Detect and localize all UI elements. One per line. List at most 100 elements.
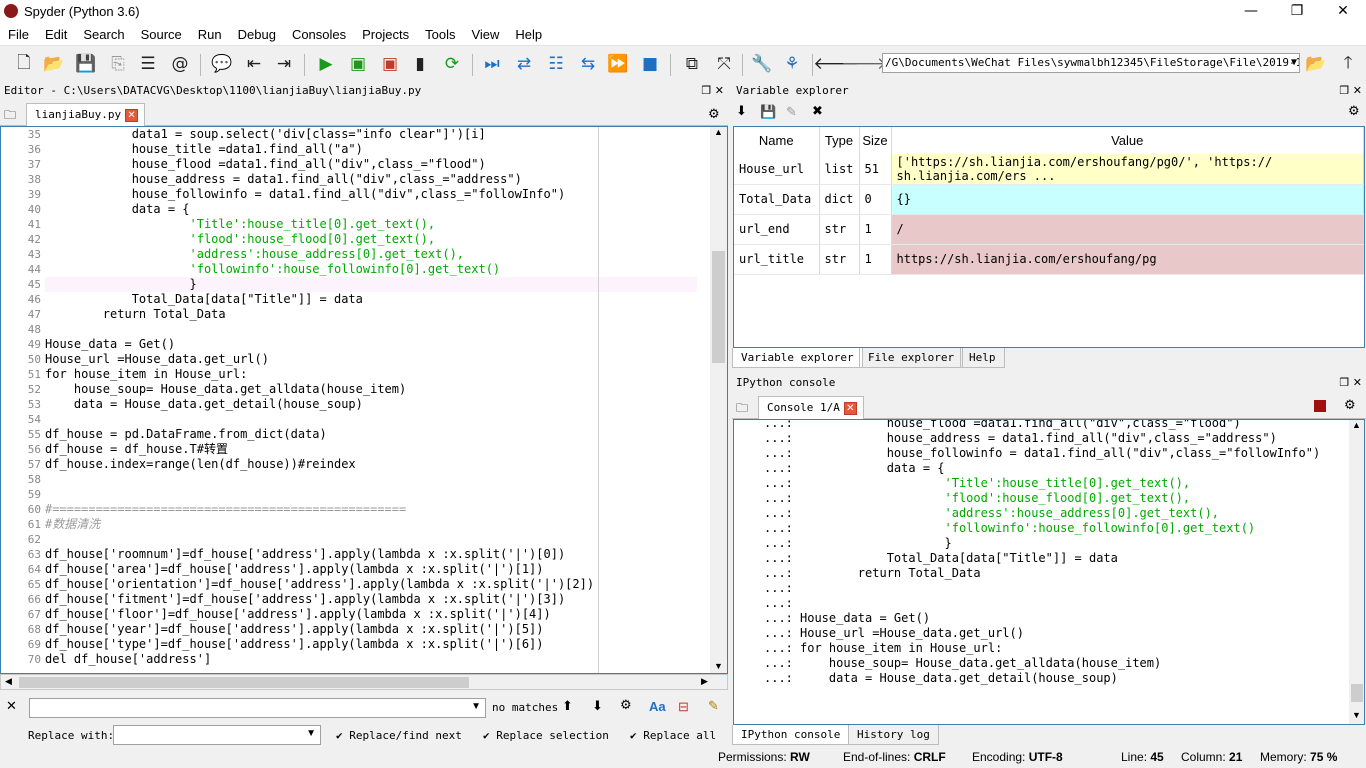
editor-file-tab[interactable]: lianjiaBuy.py ✕ [26,103,146,126]
tab-variable-explorer[interactable]: Variable explorer [732,348,863,368]
pane-close-icon[interactable]: ❐ ✕ [701,82,724,100]
browse-folder-icon[interactable]: 📂 [1304,52,1328,76]
variable-row[interactable]: Total_Data dict 0{} [734,184,1364,215]
scroll-up-icon[interactable]: ▲ [1352,420,1361,430]
scroll-up-icon[interactable]: ▲ [714,127,723,137]
whole-word-icon[interactable]: ⊟ [678,699,689,715]
menu-tools[interactable]: Tools [417,24,463,42]
maximize-pane-icon[interactable]: ⧉ [680,52,704,76]
variable-table[interactable]: Name Type Size Value House_url list 51 ['ht… [733,126,1365,348]
close-tab-icon[interactable]: ✕ [843,401,857,415]
remove-all-icon[interactable]: ✖ [812,104,823,119]
gear-icon[interactable]: ⚙ [708,107,720,122]
variable-row[interactable]: url_end str 1/ [734,214,1364,245]
find-previous-icon[interactable]: ⬆ [562,699,573,714]
pane-close-icon[interactable]: ❐ ✕ [1339,374,1362,392]
tab-ipython-console[interactable]: IPython console [732,725,850,745]
chevron-down-icon[interactable]: ▼ [471,701,481,712]
browse-tabs-folder-icon[interactable]: 🗀 [4,106,16,127]
parent-dir-icon[interactable]: 🡑 [1336,52,1360,76]
save-icon[interactable]: 💾 [74,52,98,76]
save-data-icon[interactable]: 💾 [760,104,776,120]
browse-tabs-folder-icon[interactable]: 🗀 [736,399,748,420]
run-cell-icon[interactable]: ▣ [346,52,370,76]
scrollbar-thumb[interactable] [19,677,469,688]
fullscreen-icon[interactable]: ⤧ [712,52,736,76]
menu-run[interactable]: Run [190,24,230,42]
scrollbar-thumb[interactable] [712,251,725,363]
find-input[interactable]: ▼ [29,698,486,718]
tab-file-explorer[interactable]: File explorer [859,348,964,368]
gear-icon[interactable]: ⚙ [1344,398,1356,413]
run-icon[interactable]: ▶ [314,52,338,76]
variable-row[interactable]: url_title str 1 https://sh.lianjia.com/ersh… [734,244,1364,275]
stop-debug-icon[interactable]: ■ [638,52,662,76]
menu-source[interactable]: Source [133,24,190,42]
working-directory-combo[interactable]: /G\Documents\WeChat Files\sywmalbh12345\… [882,53,1300,73]
tab-help[interactable]: Help [960,348,1005,368]
case-sensitive-icon[interactable]: Aa [649,699,666,714]
close-find-icon[interactable]: ✕ [6,699,17,714]
save-all-icon[interactable]: ⎘ [106,52,130,76]
menu-view[interactable]: View [463,24,507,42]
preferences-wrench-icon[interactable]: 🔧 [750,52,774,76]
continue-icon[interactable]: ⏩ [606,52,630,76]
scroll-left-icon[interactable]: ◀ [5,676,12,687]
menu-search[interactable]: Search [75,24,132,42]
find-next-icon[interactable]: ⬇ [592,699,603,714]
maximize-button[interactable]: ❐ [1274,0,1320,24]
replace-all-button[interactable]: ✔ Replace all [630,729,716,742]
open-file-icon[interactable]: 📂 [42,52,66,76]
console-tab[interactable]: Console 1/A ✕ [758,396,864,419]
close-tab-icon[interactable]: ✕ [125,108,139,122]
browse-tabs-icon[interactable]: ☰ [136,52,160,76]
replace-find-next-button[interactable]: ✔ Replace/find next [336,729,462,742]
column-header-size[interactable]: Size [859,127,892,154]
code-editor[interactable]: 35 36 37 38 39 40 41 42 43 44 45 46 47 48 49 50 51 52 53 54… [0,126,728,674]
run-selection-icon[interactable]: ▮ [408,52,432,76]
debug-icon[interactable]: ⏭ [480,52,504,76]
save-data-as-icon[interactable]: ✎ [786,104,797,120]
menu-edit[interactable]: Edit [37,24,75,42]
forward-arrow-icon[interactable]: 🡒 [841,52,887,76]
column-header-type[interactable]: Type [819,127,860,154]
unindent-icon[interactable]: ⇤ [242,52,266,76]
menu-consoles[interactable]: Consoles [284,24,354,42]
step-icon[interactable]: ⇄ [512,52,536,76]
console-vertical-scrollbar[interactable]: ▲ ▼ [1349,420,1364,724]
scroll-down-icon[interactable]: ▼ [1352,710,1361,720]
editor-vertical-scrollbar[interactable]: ▲ ▼ [710,127,727,673]
chevron-down-icon[interactable]: ▼ [306,728,316,739]
chevron-down-icon[interactable]: ▼ [1291,54,1297,72]
variable-row[interactable]: House_url list 51 ['https://sh.lianjia.com/… [734,154,1364,185]
scrollbar-thumb[interactable] [1351,684,1363,702]
highlight-icon[interactable]: ✎ [708,698,719,714]
replace-selection-button[interactable]: ✔ Replace selection [483,729,609,742]
step-return-icon[interactable]: ⇆ [576,52,600,76]
menu-projects[interactable]: Projects [354,24,417,42]
rerun-icon[interactable]: ⟳ [440,52,464,76]
at-symbol-icon[interactable]: @ [168,52,192,76]
python-path-icon[interactable]: ⚘ [780,52,804,76]
menu-file[interactable]: File [0,24,37,42]
indent-icon[interactable]: ⇥ [272,52,296,76]
console-output[interactable]: ...: house_flood =data1.find_all("div",c… [733,419,1365,725]
column-header-value[interactable]: Value [891,127,1364,154]
scroll-right-icon[interactable]: ▶ [701,676,708,687]
import-data-icon[interactable]: ⬇ [736,104,747,119]
close-button[interactable]: ✕ [1320,0,1366,24]
menu-help[interactable]: Help [507,24,550,42]
column-header-name[interactable]: Name [734,127,820,154]
run-cell-advance-icon[interactable]: ▣ [378,52,402,76]
stop-kernel-icon[interactable] [1314,400,1326,412]
gear-icon[interactable]: ⚙ [620,698,632,713]
pane-close-icon[interactable]: ❐ ✕ [1339,82,1362,100]
step-into-icon[interactable]: ☷ [544,52,568,76]
new-file-icon[interactable]: 🗋 [12,52,36,76]
tab-history-log[interactable]: History log [848,725,939,745]
scroll-down-icon[interactable]: ▼ [714,661,723,671]
minimize-button[interactable]: — [1228,0,1274,24]
gear-icon[interactable]: ⚙ [1348,104,1360,119]
comment-icon[interactable]: 💬 [210,52,234,76]
editor-horizontal-scrollbar[interactable]: ◀ ▶ [0,674,728,690]
